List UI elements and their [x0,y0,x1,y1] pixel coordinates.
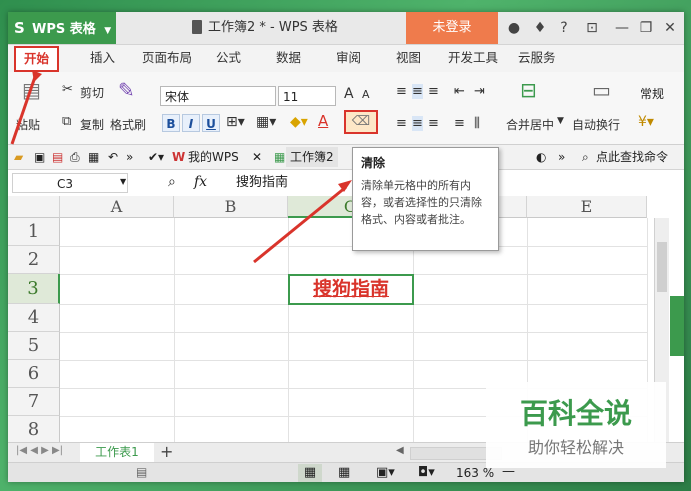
watermark-subtitle: 助你轻松解决 [527,438,624,457]
arrow-to-cell [253,185,347,264]
arrow-to-home-tab [10,73,38,145]
watermark-title: 百科全说 [519,397,632,430]
watermark: 百科全说 助你轻松解决 [486,382,666,468]
